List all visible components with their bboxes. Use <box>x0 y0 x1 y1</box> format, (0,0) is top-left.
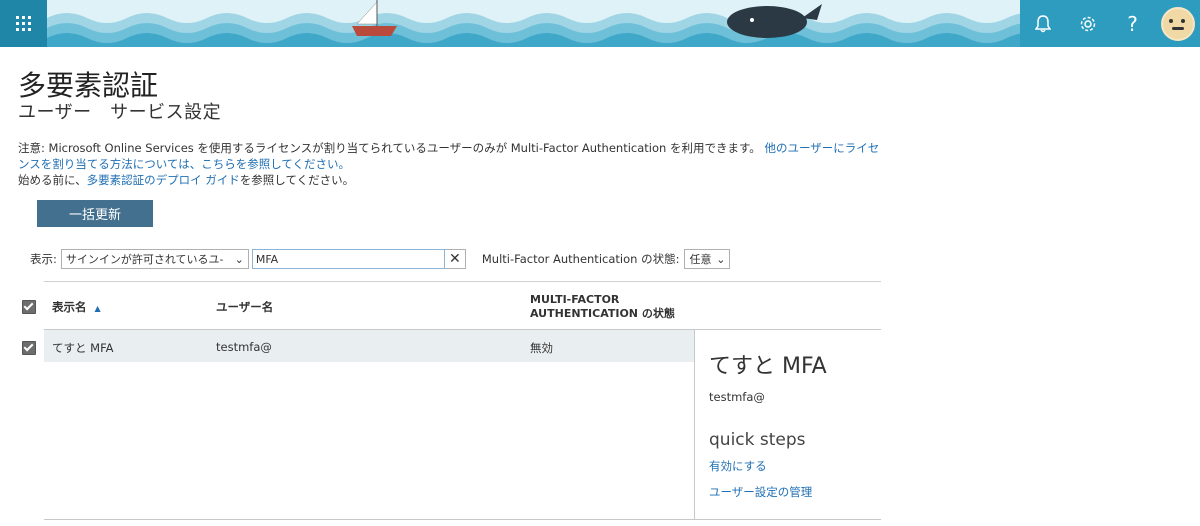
bell-icon[interactable] <box>1020 0 1065 47</box>
view-select-value: サインインが許可されているユ- <box>65 253 224 266</box>
detail-panel: てすと MFA testmfa@ quick steps 有効にする ユーザー設… <box>694 330 882 520</box>
notice-text-3: を参照してください。 <box>239 173 355 187</box>
table-row[interactable]: てすと MFA testmfa@ 無効 <box>44 330 694 362</box>
column-display-name-label: 表示名 <box>52 300 87 314</box>
mfa-state-select[interactable]: 任意 ⌄ <box>684 249 731 269</box>
row-display-name: てすと MFA <box>52 341 114 355</box>
column-user-name[interactable]: ユーザー名 <box>216 299 273 315</box>
help-icon[interactable]: ? <box>1110 0 1155 47</box>
banner-illustration <box>47 0 1020 47</box>
detail-name: てすと MFA <box>709 354 827 379</box>
chevron-down-icon: ⌄ <box>716 252 726 266</box>
select-all-checkbox[interactable] <box>22 300 36 314</box>
gear-icon[interactable] <box>1065 0 1110 47</box>
row-user-name: testmfa@ <box>216 340 272 354</box>
enable-mfa-link[interactable]: 有効にする <box>709 458 767 474</box>
sort-ascending-icon: ▲ <box>94 304 101 313</box>
view-select[interactable]: サインインが許可されているユ- ⌄ <box>60 249 249 269</box>
deploy-guide-link[interactable]: 多要素認証のデプロイ ガイド <box>87 173 240 187</box>
column-mfa-label-2: AUTHENTICATION の状態 <box>530 307 675 320</box>
close-icon[interactable]: ✕ <box>444 249 466 269</box>
column-display-name[interactable]: 表示名 ▲ <box>52 299 101 315</box>
search-input[interactable]: MFA <box>251 249 445 269</box>
notice-text-2: 始める前に、 <box>18 173 87 187</box>
chevron-down-icon: ⌄ <box>234 252 244 266</box>
app-launcher-icon[interactable] <box>0 0 47 47</box>
row-mfa-state: 無効 <box>530 341 553 355</box>
column-mfa-label-1: MULTI-FACTOR <box>530 293 620 306</box>
page-subtitle: ユーザー サービス設定 <box>18 102 222 123</box>
filter-row: 表示: サインインが許可されているユ- ⌄ MFA ✕ Multi-Factor… <box>30 249 731 269</box>
manage-user-settings-link[interactable]: ユーザー設定の管理 <box>709 484 812 500</box>
table-header: 表示名 ▲ ユーザー名 MULTI-FACTOR AUTHENTICATION … <box>18 282 881 330</box>
mfa-state-value: 任意 <box>689 253 712 266</box>
mfa-state-label: Multi-Factor Authentication の状態: <box>481 252 680 266</box>
quick-steps-title: quick steps <box>709 430 806 450</box>
license-notice: 注意: Microsoft Online Services を使用するライセンス… <box>18 140 888 188</box>
view-label: 表示: <box>30 252 57 266</box>
bulk-update-button[interactable]: 一括更新 <box>37 200 153 227</box>
avatar[interactable] <box>1155 0 1200 47</box>
detail-user: testmfa@ <box>709 390 765 404</box>
header-tools: ? <box>1020 0 1200 47</box>
row-checkbox[interactable] <box>22 341 36 355</box>
notice-text: 注意: Microsoft Online Services を使用するライセンス… <box>18 141 761 155</box>
top-bar: ? <box>0 0 1200 47</box>
search-value: MFA <box>255 252 279 266</box>
column-mfa-state[interactable]: MULTI-FACTOR AUTHENTICATION の状態 <box>530 293 675 321</box>
table-bottom-divider <box>44 519 881 520</box>
